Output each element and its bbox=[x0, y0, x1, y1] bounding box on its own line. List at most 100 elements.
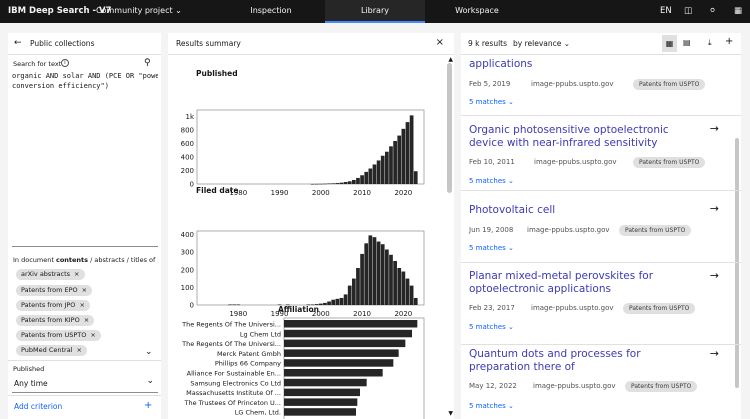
result-date: Jun 19, 2008 bbox=[469, 226, 514, 234]
published-dropdown[interactable]: Any time ⌄ bbox=[12, 375, 158, 393]
tag-label: PubMed Central bbox=[21, 346, 73, 354]
download-icon[interactable]: ⤓ bbox=[708, 38, 712, 48]
y-tick-label: 0 bbox=[190, 181, 194, 189]
result-source: image-ppubs.uspto.gov bbox=[534, 158, 617, 166]
result-source: image-ppubs.uspto.gov bbox=[531, 80, 614, 88]
arrow-right-icon[interactable]: → bbox=[710, 347, 719, 360]
bar bbox=[389, 254, 393, 305]
bar bbox=[413, 171, 418, 184]
bar bbox=[401, 271, 406, 305]
scope-contents[interactable]: contents bbox=[56, 256, 88, 264]
bar bbox=[318, 303, 323, 305]
category-label: Phillips 66 Company bbox=[215, 360, 281, 368]
document-scope-selector[interactable]: In document contents / abstracts / title… bbox=[13, 256, 155, 264]
add-criterion-link[interactable]: Add criterion bbox=[14, 402, 62, 411]
result-date: Feb 23, 2017 bbox=[469, 304, 515, 312]
add-icon[interactable]: + bbox=[144, 400, 152, 411]
tag-label: Patents from USPTO bbox=[21, 331, 87, 339]
tag-label: Patents from EPO bbox=[21, 286, 78, 294]
result-title[interactable]: Quantum dots and processes for preparati… bbox=[469, 348, 704, 374]
close-icon[interactable]: × bbox=[436, 37, 444, 48]
result-title[interactable]: Organic photosensitive optoelectronic de… bbox=[469, 124, 704, 150]
list-view-icon[interactable]: ▤ bbox=[683, 38, 691, 47]
language-selector[interactable]: EN bbox=[660, 6, 672, 16]
tab-workspace[interactable]: Workspace bbox=[427, 6, 527, 15]
divider bbox=[8, 360, 161, 361]
tab-inspection[interactable]: Inspection bbox=[221, 6, 321, 15]
close-icon[interactable]: × bbox=[90, 331, 95, 339]
category-label: Lg Chem Ltd bbox=[240, 330, 281, 338]
result-matches[interactable]: 5 matches ⌄ bbox=[469, 323, 514, 331]
result-source: image-ppubs.uspto.gov bbox=[527, 226, 610, 234]
arrow-right-icon[interactable]: → bbox=[710, 269, 719, 282]
close-icon[interactable]: × bbox=[84, 316, 89, 324]
scroll-up-icon[interactable]: ▲ bbox=[448, 56, 453, 63]
close-icon[interactable]: × bbox=[74, 270, 79, 278]
project-selector[interactable]: Community project ⌄ bbox=[96, 6, 182, 15]
grid-view-icon[interactable]: ▦ bbox=[662, 35, 677, 52]
result-source: image-ppubs.uspto.gov bbox=[533, 382, 616, 390]
bar bbox=[397, 268, 402, 305]
result-card[interactable]: applications Feb 5, 2019 image-ppubs.usp… bbox=[461, 55, 741, 115]
arrow-right-icon[interactable]: → bbox=[710, 122, 719, 135]
y-tick-label: 400 bbox=[181, 154, 194, 162]
close-icon[interactable]: × bbox=[79, 301, 84, 309]
chevron-down-icon: ⌄ bbox=[563, 39, 571, 48]
scrollbar-thumb[interactable] bbox=[447, 63, 452, 193]
scroll-down-icon[interactable]: ▼ bbox=[448, 410, 453, 417]
result-matches[interactable]: 5 matches ⌄ bbox=[469, 244, 514, 252]
left-panel-header: ← Public collections bbox=[8, 33, 161, 55]
search-icon[interactable]: ⚲ bbox=[144, 58, 151, 68]
bar bbox=[356, 268, 360, 305]
result-matches[interactable]: 5 matches ⌄ bbox=[469, 177, 514, 185]
close-icon[interactable]: × bbox=[77, 346, 82, 354]
chevron-down-icon[interactable]: ⌄ bbox=[145, 347, 153, 357]
collection-tag[interactable]: arXiv abstracts × bbox=[16, 269, 85, 280]
collection-tag[interactable]: Patents from KIPO × bbox=[16, 315, 95, 326]
add-icon[interactable]: + bbox=[725, 36, 733, 47]
collection-tag[interactable]: Patents from USPTO × bbox=[16, 330, 101, 341]
chevron-down-icon: ⌄ bbox=[508, 98, 514, 106]
result-matches[interactable]: 5 matches ⌄ bbox=[469, 98, 514, 106]
chevron-down-icon: ⌄ bbox=[146, 376, 154, 386]
app-switcher-icon[interactable]: ▦ bbox=[734, 6, 742, 16]
result-title[interactable]: Photovoltaic cell bbox=[469, 204, 704, 217]
result-card[interactable]: Organic photosensitive optoelectronic de… bbox=[461, 115, 741, 190]
y-tick-label: 800 bbox=[181, 127, 194, 135]
bar bbox=[347, 181, 352, 184]
result-date: Feb 10, 2011 bbox=[469, 158, 515, 166]
sort-dropdown[interactable]: by relevance ⌄ bbox=[513, 39, 570, 48]
arrow-left-icon[interactable]: ← bbox=[14, 38, 22, 48]
bar bbox=[347, 285, 352, 305]
bar bbox=[413, 297, 418, 305]
bar bbox=[393, 260, 397, 305]
result-title[interactable]: Planar mixed-metal perovskites for optoe… bbox=[469, 270, 704, 296]
collection-tag[interactable]: Patents from JPO × bbox=[16, 300, 90, 311]
book-icon[interactable]: ◫ bbox=[684, 6, 692, 16]
result-title[interactable]: applications bbox=[469, 58, 704, 71]
top-navigation-bar: IBM Deep Search - V7 Community project ⌄… bbox=[0, 0, 750, 23]
chevron-down-icon: ⌄ bbox=[175, 6, 182, 15]
close-icon[interactable]: × bbox=[82, 286, 87, 294]
matches-label: 5 matches bbox=[469, 244, 506, 252]
result-card[interactable]: Planar mixed-metal perovskites for optoe… bbox=[461, 262, 741, 344]
bar bbox=[228, 304, 232, 306]
user-icon[interactable]: ⚪ bbox=[709, 6, 716, 16]
collection-tag[interactable]: PubMed Central × bbox=[16, 345, 87, 356]
bar bbox=[380, 244, 385, 305]
search-query-input[interactable]: organic AND solar AND (PCE OR "power con… bbox=[12, 71, 158, 247]
bar bbox=[232, 304, 237, 306]
result-matches[interactable]: 5 matches ⌄ bbox=[469, 402, 514, 410]
info-icon[interactable]: i bbox=[61, 59, 69, 67]
bar bbox=[356, 177, 360, 184]
collection-tag[interactable]: Patents from EPO × bbox=[16, 285, 93, 296]
panel-title: Results summary bbox=[176, 39, 241, 48]
tab-library[interactable]: Library bbox=[325, 0, 425, 23]
result-card[interactable]: Photovoltaic cell → Jun 19, 2008 image-p… bbox=[461, 190, 741, 262]
bar bbox=[405, 278, 410, 305]
result-card[interactable]: Quantum dots and processes for preparati… bbox=[461, 344, 741, 419]
bar bbox=[284, 388, 360, 397]
arrow-right-icon[interactable]: → bbox=[710, 202, 719, 215]
bar bbox=[405, 122, 410, 184]
bar bbox=[401, 128, 406, 184]
